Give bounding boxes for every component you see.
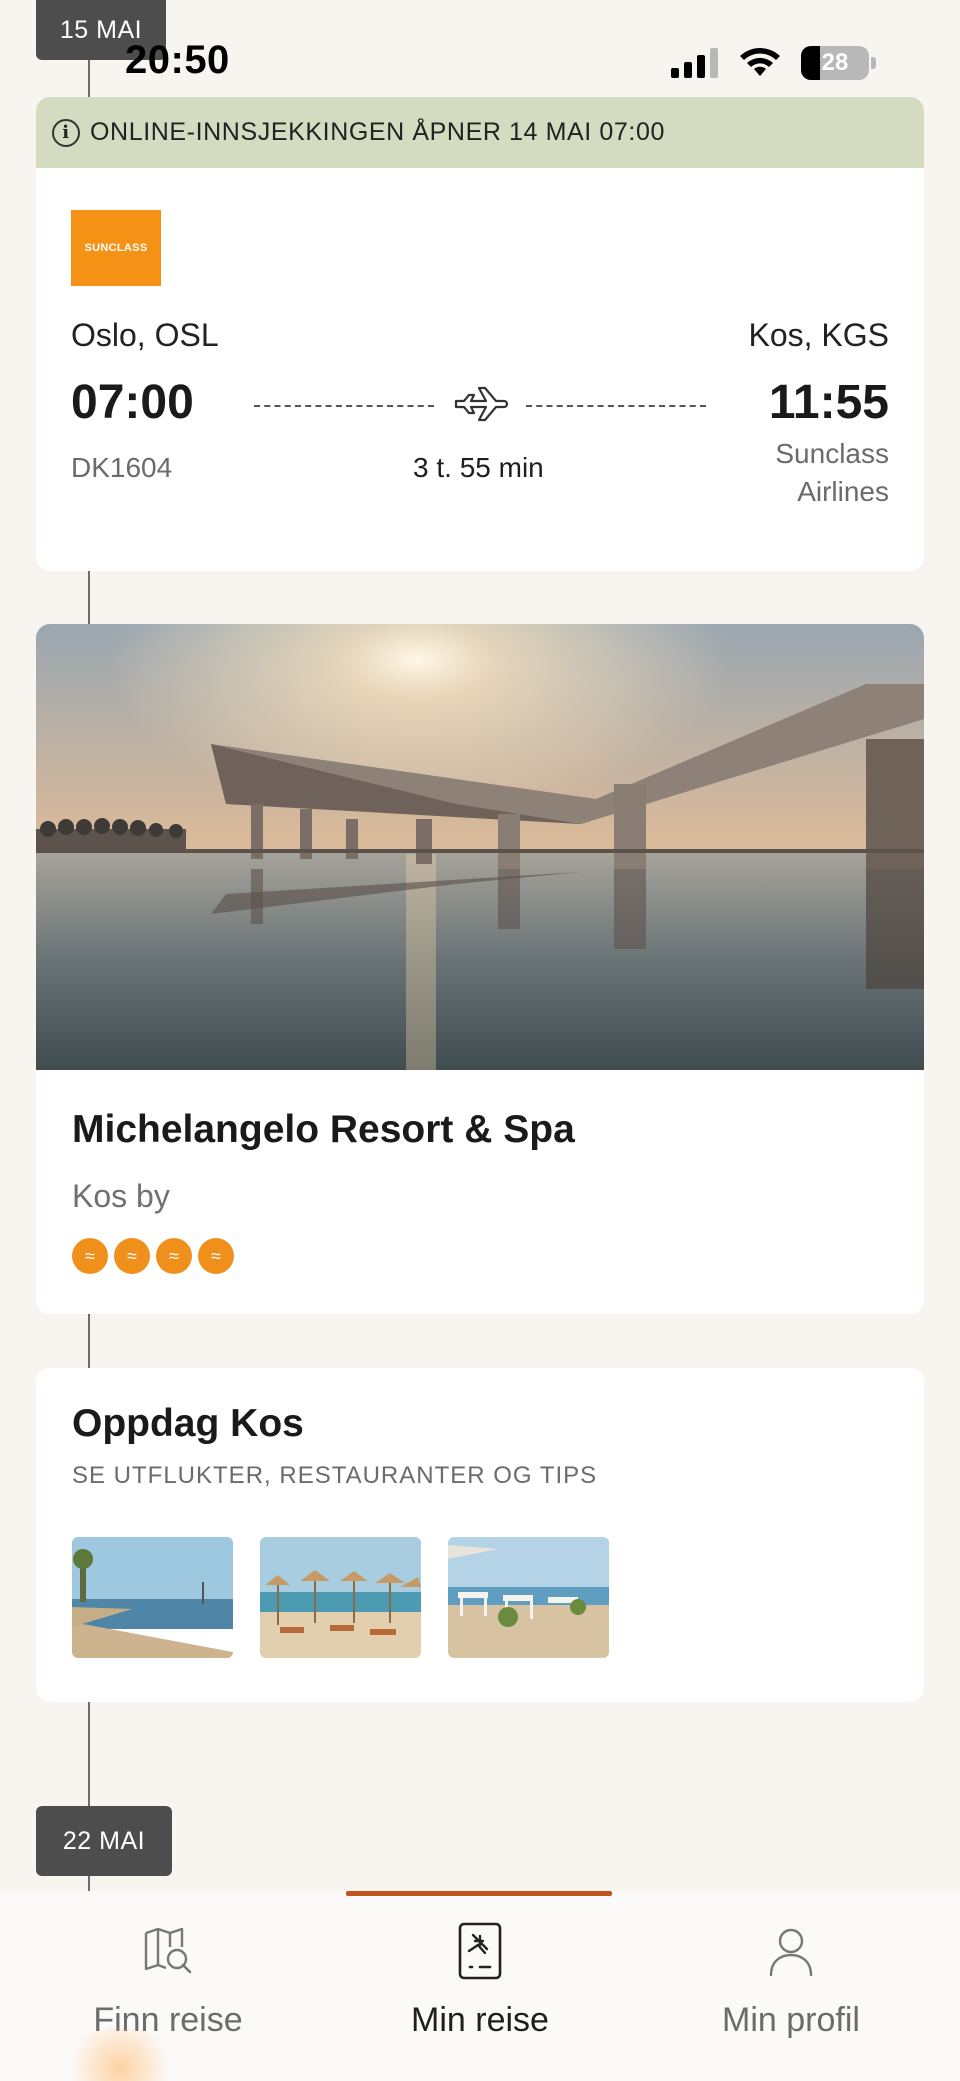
rating-wave-icon: ≈ bbox=[72, 1238, 108, 1274]
nav-item-min-profil[interactable]: Min profil bbox=[671, 1921, 911, 2040]
arrival-time: 11:55 bbox=[768, 376, 889, 429]
rating-wave-icon: ≈ bbox=[114, 1238, 150, 1274]
discover-card[interactable]: Oppdag Kos SE UTFLUKTER, RESTAURANTER OG… bbox=[36, 1368, 924, 1702]
flight-duration: 3 t. 55 min bbox=[413, 452, 544, 483]
info-icon: i bbox=[52, 118, 80, 147]
nav-item-finn-reise[interactable]: Finn reise bbox=[48, 1921, 288, 2040]
checkin-banner: i ONLINE-INNSJEKKINGEN ÅPNER 14 MAI 07:0… bbox=[36, 97, 924, 168]
date-badge-end: 22 MAI bbox=[36, 1806, 172, 1876]
rating-wave-icon: ≈ bbox=[156, 1238, 192, 1274]
battery-icon: 28 bbox=[801, 46, 869, 80]
discover-title: Oppdag Kos bbox=[72, 1402, 304, 1445]
restaurant-thumbnail[interactable] bbox=[448, 1537, 609, 1658]
status-time: 20:50 bbox=[125, 38, 230, 82]
hotel-photo bbox=[36, 624, 924, 1070]
airline-name-line1: Sunclass bbox=[775, 438, 889, 469]
rating-wave-icon: ≈ bbox=[198, 1238, 234, 1274]
parasols-thumbnail[interactable] bbox=[260, 1537, 421, 1658]
flight-number: DK1604 bbox=[71, 452, 173, 483]
signal-icon bbox=[671, 48, 718, 78]
flight-card[interactable]: i ONLINE-INNSJEKKINGEN ÅPNER 14 MAI 07:0… bbox=[36, 97, 924, 571]
hotel-rating: ≈ ≈ ≈ ≈ bbox=[72, 1238, 234, 1274]
boarding-pass-icon bbox=[458, 1922, 502, 1980]
status-icons: 28 bbox=[671, 46, 876, 80]
battery-tip bbox=[871, 57, 876, 69]
nav-label-min-reise: Min reise bbox=[411, 2001, 549, 2039]
destination-city: Kos, KGS bbox=[748, 317, 890, 353]
beach-thumbnail[interactable] bbox=[72, 1537, 233, 1658]
discover-subtitle: SE UTFLUKTER, RESTAURANTER OG TIPS bbox=[72, 1462, 598, 1489]
route-dash-left bbox=[254, 405, 434, 407]
route-dash-right bbox=[526, 405, 706, 407]
hotel-card[interactable]: Michelangelo Resort & Spa Kos by ≈ ≈ ≈ ≈ bbox=[36, 624, 924, 1314]
nav-label-min-profil: Min profil bbox=[722, 2001, 860, 2039]
person-icon bbox=[769, 1928, 813, 1977]
airline-name-line2: Airlines bbox=[797, 476, 889, 507]
hotel-location: Kos by bbox=[72, 1178, 170, 1214]
status-bar: 20:50 28 bbox=[0, 0, 960, 100]
departure-time: 07:00 bbox=[71, 376, 194, 429]
checkin-notice-text: ONLINE-INNSJEKKINGEN ÅPNER 14 MAI 07:00 bbox=[90, 118, 665, 146]
airline-logo: SUNCLASS bbox=[71, 210, 161, 286]
map-search-icon bbox=[144, 1927, 192, 1974]
nav-item-min-reise[interactable]: Min reise bbox=[360, 1921, 600, 2040]
airline-name: Sunclass Airlines bbox=[775, 435, 889, 511]
hotel-name: Michelangelo Resort & Spa bbox=[72, 1108, 575, 1151]
airplane-icon bbox=[454, 386, 509, 422]
wifi-icon bbox=[740, 48, 780, 76]
battery-level: 28 bbox=[821, 49, 849, 76]
discover-thumbnails bbox=[72, 1537, 609, 1658]
nav-active-indicator bbox=[346, 1891, 612, 1896]
origin-city: Oslo, OSL bbox=[71, 317, 219, 353]
